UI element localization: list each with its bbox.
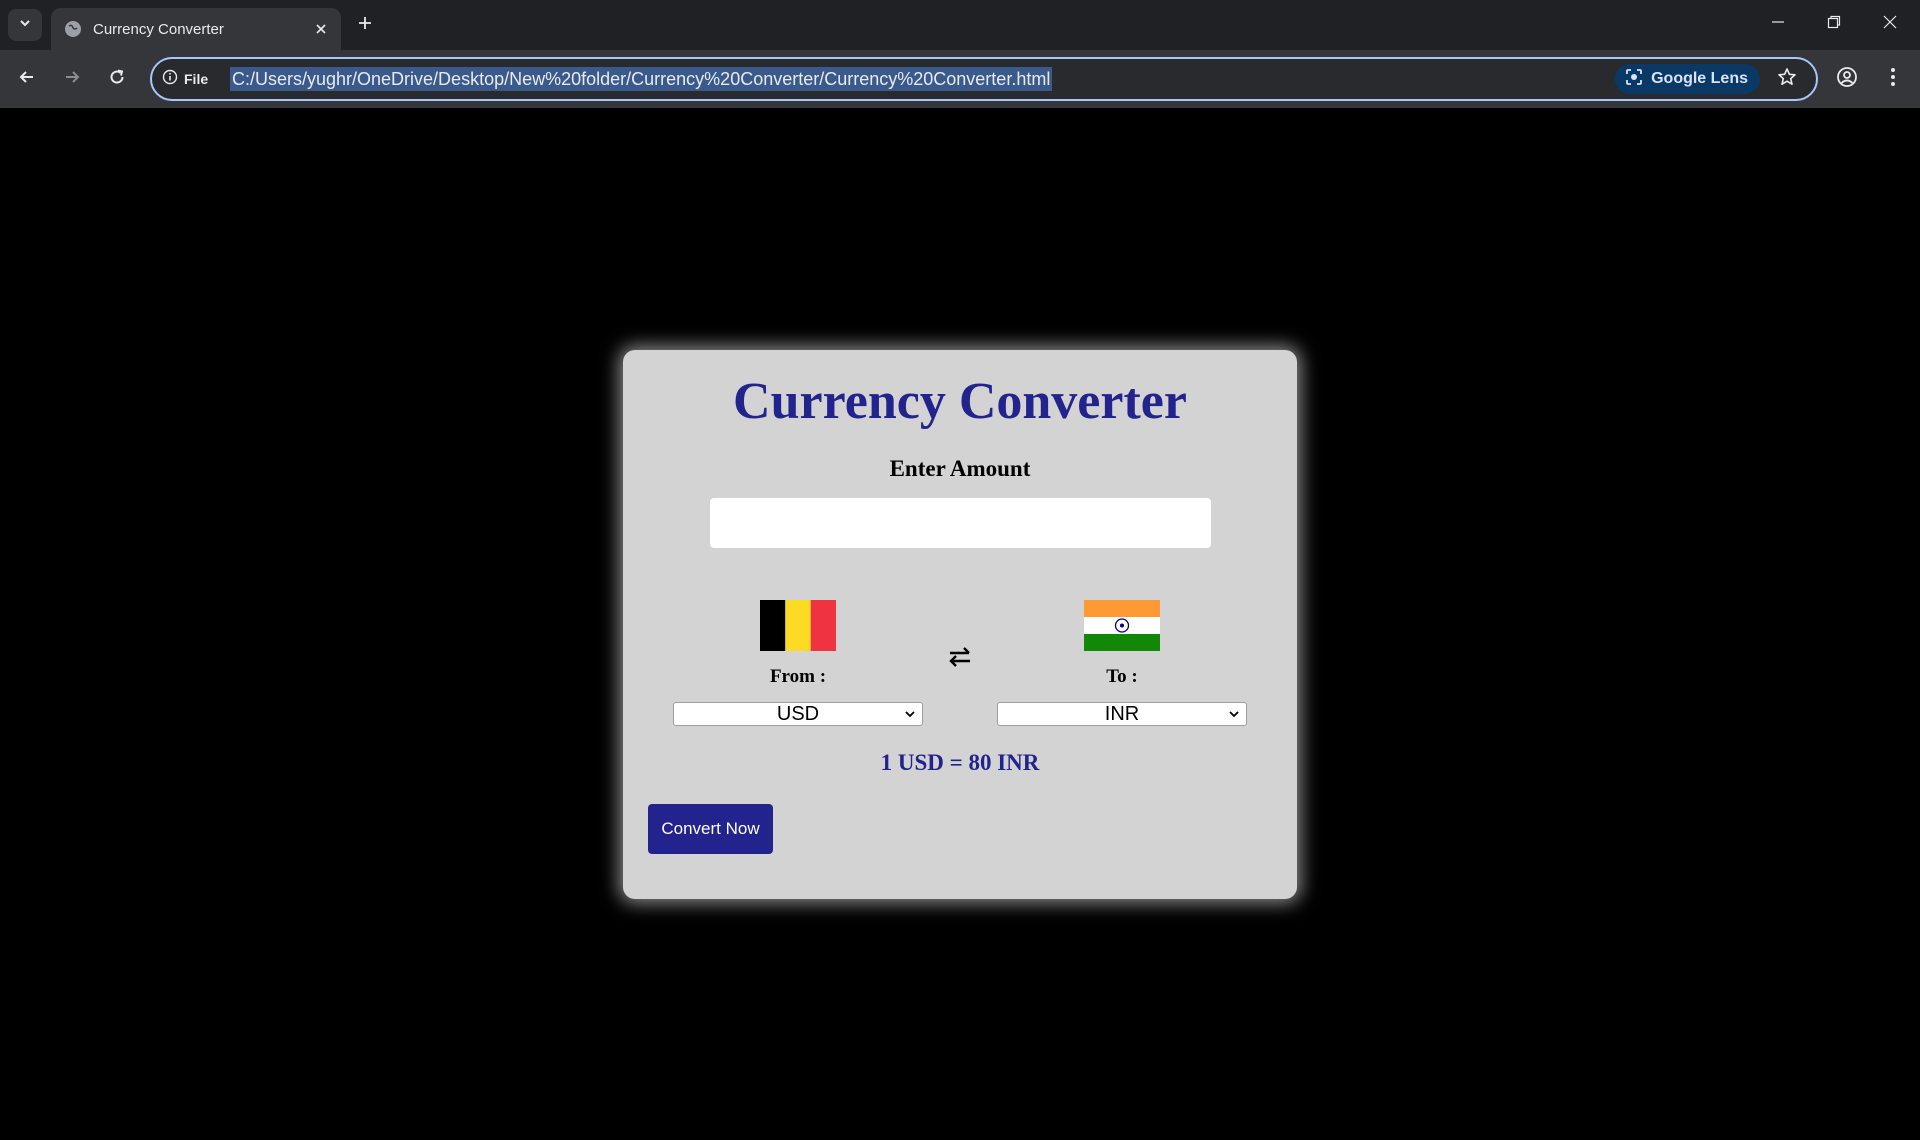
chevron-down-icon	[18, 16, 32, 35]
reload-icon	[108, 68, 126, 91]
convert-now-button[interactable]: Convert Now	[648, 804, 773, 854]
to-currency-select[interactable]: INR	[997, 702, 1247, 726]
tab-title: Currency Converter	[93, 20, 224, 38]
to-label: To :	[1106, 666, 1138, 687]
google-lens-label: Google Lens	[1651, 70, 1748, 87]
page-title: Currency Converter	[733, 373, 1187, 430]
address-bar[interactable]: File C:/Users/yughr/OneDrive/Desktop/New…	[150, 57, 1818, 101]
account-circle-icon	[1836, 66, 1858, 93]
browser-toolbar: File C:/Users/yughr/OneDrive/Desktop/New…	[0, 50, 1920, 108]
from-currency-select[interactable]: USD	[673, 702, 923, 726]
site-info-chip[interactable]: File	[162, 67, 208, 91]
arrow-right-icon	[63, 68, 81, 91]
exchange-rate-text: 1 USD = 80 INR	[880, 750, 1040, 775]
from-label: From :	[769, 666, 827, 687]
converter-card: Currency Converter Enter Amount From : U…	[623, 350, 1297, 899]
tab-search-button[interactable]	[8, 9, 42, 41]
reload-button[interactable]	[99, 61, 135, 97]
from-currency-value: USD	[776, 702, 820, 725]
close-tab-icon[interactable]	[307, 15, 335, 43]
bookmark-button[interactable]	[1774, 66, 1800, 92]
site-info-label: File	[184, 71, 209, 87]
belgium-flag-icon	[760, 600, 836, 651]
google-lens-button[interactable]: Google Lens	[1615, 64, 1760, 94]
to-currency-value: INR	[1104, 702, 1140, 725]
info-icon	[162, 69, 178, 90]
swap-currencies-icon[interactable]	[945, 642, 975, 672]
restore-icon	[1827, 15, 1841, 34]
close-icon	[1883, 15, 1897, 34]
chevron-down-icon	[1228, 707, 1240, 725]
arrow-left-icon	[18, 68, 36, 91]
globe-icon	[63, 19, 83, 39]
close-window-button[interactable]	[1862, 0, 1918, 48]
restore-button[interactable]	[1806, 0, 1862, 48]
tab-strip: Currency Converter	[0, 0, 1920, 50]
star-icon	[1777, 67, 1797, 92]
plus-icon	[357, 15, 373, 36]
india-flag-icon	[1084, 600, 1160, 651]
lens-icon	[1625, 68, 1643, 91]
chevron-down-icon	[904, 707, 916, 725]
minimize-button[interactable]	[1750, 0, 1806, 48]
url-text[interactable]: C:/Users/yughr/OneDrive/Desktop/New%20fo…	[230, 67, 1053, 91]
profile-button[interactable]	[1830, 62, 1864, 96]
back-button[interactable]	[9, 61, 45, 97]
forward-button[interactable]	[54, 61, 90, 97]
tab-currency-converter[interactable]: Currency Converter	[51, 8, 341, 50]
browser-menu-button[interactable]	[1876, 62, 1910, 96]
more-vert-icon	[1890, 67, 1896, 92]
minimize-icon	[1771, 15, 1785, 34]
amount-label: Enter Amount	[889, 456, 1031, 481]
new-tab-button[interactable]	[350, 10, 380, 40]
amount-input[interactable]	[710, 498, 1211, 548]
